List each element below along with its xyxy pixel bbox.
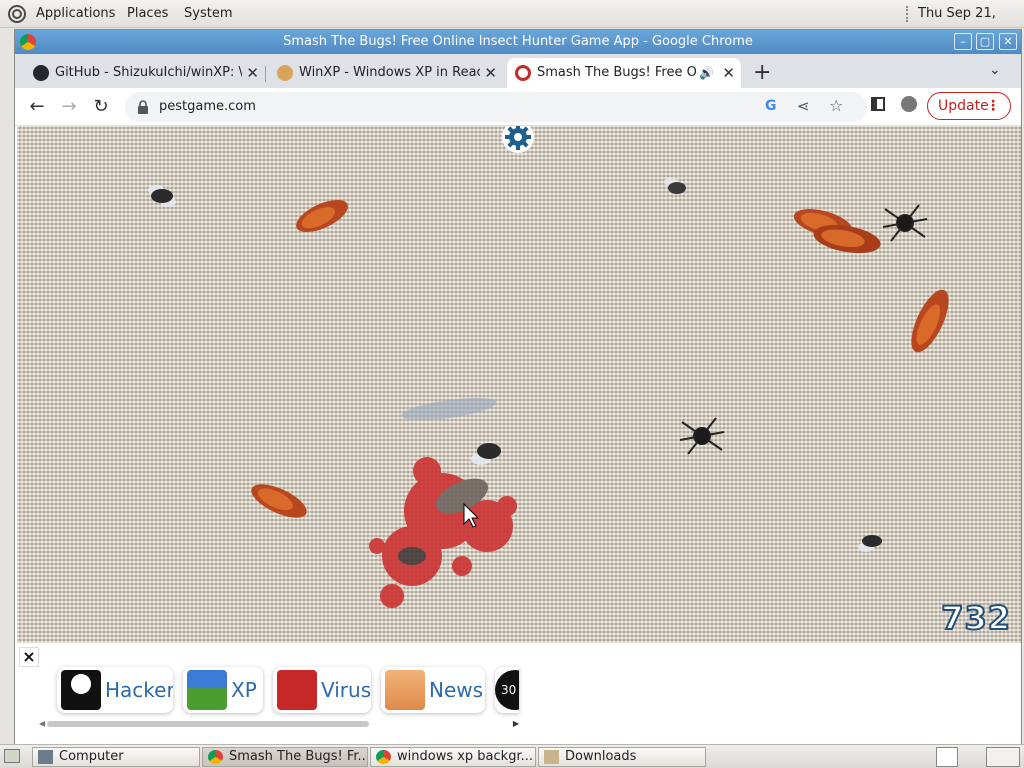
show-desktop-icon[interactable]	[4, 749, 20, 763]
timer-icon: 30	[495, 670, 519, 710]
trump-news-icon	[385, 670, 425, 710]
update-label: Update	[938, 98, 989, 114]
chrome-icon	[376, 750, 391, 764]
ad-scrollbar[interactable]: ◀ ▶	[39, 719, 519, 729]
github-icon	[33, 65, 49, 81]
tab-label: GitHub - ShizukuIchi/winXP: \	[55, 65, 243, 80]
fly-bug	[858, 535, 882, 552]
bookmark-star-icon[interactable]: ☆	[829, 96, 843, 115]
ad-virus[interactable]: Virus	[273, 667, 371, 713]
forward-button[interactable]: →	[57, 95, 81, 119]
tab-winxp[interactable]: WinXP - Windows XP in React ✕	[269, 58, 503, 88]
side-panel-icon[interactable]	[871, 97, 885, 111]
more-menu-icon[interactable]: ⋮	[986, 93, 1000, 119]
update-button[interactable]: Update ⋮	[927, 92, 1011, 120]
fly-bug	[664, 178, 686, 194]
back-button[interactable]: ←	[25, 95, 49, 119]
folder-icon	[544, 750, 559, 764]
ad-bar: × Hacker XP Virus News 30 ◀ ▶	[17, 643, 1021, 746]
tab-strip: GitHub - ShizukuIchi/winXP: \ ✕ WinXP - …	[15, 54, 1021, 88]
task-smash-the-bugs[interactable]: Smash The Bugs! Fr...	[202, 747, 368, 767]
settings-gear-icon[interactable]	[501, 126, 535, 154]
menu-system[interactable]: System	[184, 0, 232, 28]
tab-smash-the-bugs[interactable]: Smash The Bugs! Free Onl 🔊 ✕	[507, 58, 741, 88]
cockroach-bug	[296, 199, 348, 233]
close-tab-icon[interactable]: ✕	[242, 58, 259, 88]
window-titlebar[interactable]: Smash The Bugs! Free Online Insect Hunte…	[15, 30, 1021, 54]
profile-avatar-icon[interactable]	[901, 96, 917, 112]
tray-chrome-icon[interactable]	[936, 747, 958, 767]
spider-bug	[679, 417, 725, 455]
close-window-button[interactable]: ✕	[999, 33, 1017, 50]
workspace-switcher[interactable]	[986, 747, 1020, 767]
google-lens-icon[interactable]: G	[765, 98, 777, 114]
task-computer[interactable]: Computer	[32, 747, 200, 767]
computer-icon	[38, 750, 53, 764]
clock[interactable]: Thu Sep 21, 03:57	[918, 0, 1024, 49]
menu-places[interactable]: Places	[127, 0, 168, 28]
cockroach-bug	[911, 289, 949, 353]
close-ad-button[interactable]: ×	[19, 647, 39, 667]
tab-search-chevron-icon[interactable]: ⌄	[989, 62, 1001, 78]
score-counter: 732	[940, 598, 1011, 638]
close-tab-icon[interactable]: ✕	[480, 58, 497, 88]
reload-button[interactable]: ↻	[89, 95, 113, 119]
fly-bug	[471, 443, 501, 465]
cockroach-bug	[251, 484, 307, 518]
game-canvas[interactable]: 732	[17, 126, 1021, 643]
tab-separator	[265, 66, 266, 82]
maximize-button[interactable]: ▢	[976, 33, 994, 50]
scroll-right-arrow-icon[interactable]: ▶	[513, 719, 519, 728]
tab-github[interactable]: GitHub - ShizukuIchi/winXP: \ ✕	[25, 58, 265, 88]
blood-splat	[369, 457, 517, 608]
xp-bliss-icon	[187, 670, 227, 710]
bug-target-icon	[515, 65, 531, 81]
browser-toolbar: ← → ↻ pestgame.com G ⋖ ☆ Update ⋮	[15, 88, 1021, 126]
menu-applications[interactable]: Applications	[36, 0, 115, 28]
tab-label: WinXP - Windows XP in React	[299, 65, 489, 80]
share-icon[interactable]: ⋖	[797, 97, 810, 115]
spider-bug	[882, 204, 928, 242]
smudge-mark	[401, 397, 497, 421]
scrollbar-thumb[interactable]	[47, 721, 369, 727]
top-panel: Applications Places System Thu Sep 21, 0…	[0, 0, 1024, 49]
virus-lock-icon	[277, 670, 317, 710]
window-title: Smash The Bugs! Free Online Insect Hunte…	[283, 34, 753, 49]
bugs-layer	[148, 178, 949, 608]
chrome-icon	[208, 750, 223, 764]
taskbar: Computer Smash The Bugs! Fr... windows x…	[0, 744, 1024, 768]
new-tab-button[interactable]: +	[753, 60, 771, 85]
gnome-foot-icon[interactable]	[6, 4, 28, 24]
task-downloads[interactable]: Downloads	[538, 747, 706, 767]
scroll-left-arrow-icon[interactable]: ◀	[39, 719, 45, 728]
minimize-button[interactable]: –	[954, 33, 972, 50]
hacker-mask-icon	[61, 670, 101, 710]
panel-grip	[906, 6, 909, 22]
lock-icon[interactable]	[137, 100, 149, 114]
ad-hacker[interactable]: Hacker	[57, 667, 173, 713]
chrome-icon	[20, 34, 36, 50]
doge-icon	[277, 65, 293, 81]
url-text[interactable]: pestgame.com	[159, 92, 256, 122]
speaker-icon[interactable]: 🔊	[696, 58, 717, 88]
task-windows-xp-background[interactable]: windows xp backgr...	[370, 747, 536, 767]
ad-news[interactable]: News	[381, 667, 485, 713]
ad-timer[interactable]: 30	[495, 667, 519, 713]
close-tab-icon[interactable]: ✕	[718, 58, 735, 88]
fly-bug	[148, 185, 176, 207]
chrome-window: Smash The Bugs! Free Online Insect Hunte…	[14, 29, 1022, 746]
tab-label: Smash The Bugs! Free Onl	[537, 65, 709, 80]
address-bar[interactable]: pestgame.com G ⋖ ☆	[125, 92, 867, 122]
ad-xp[interactable]: XP	[183, 667, 263, 713]
